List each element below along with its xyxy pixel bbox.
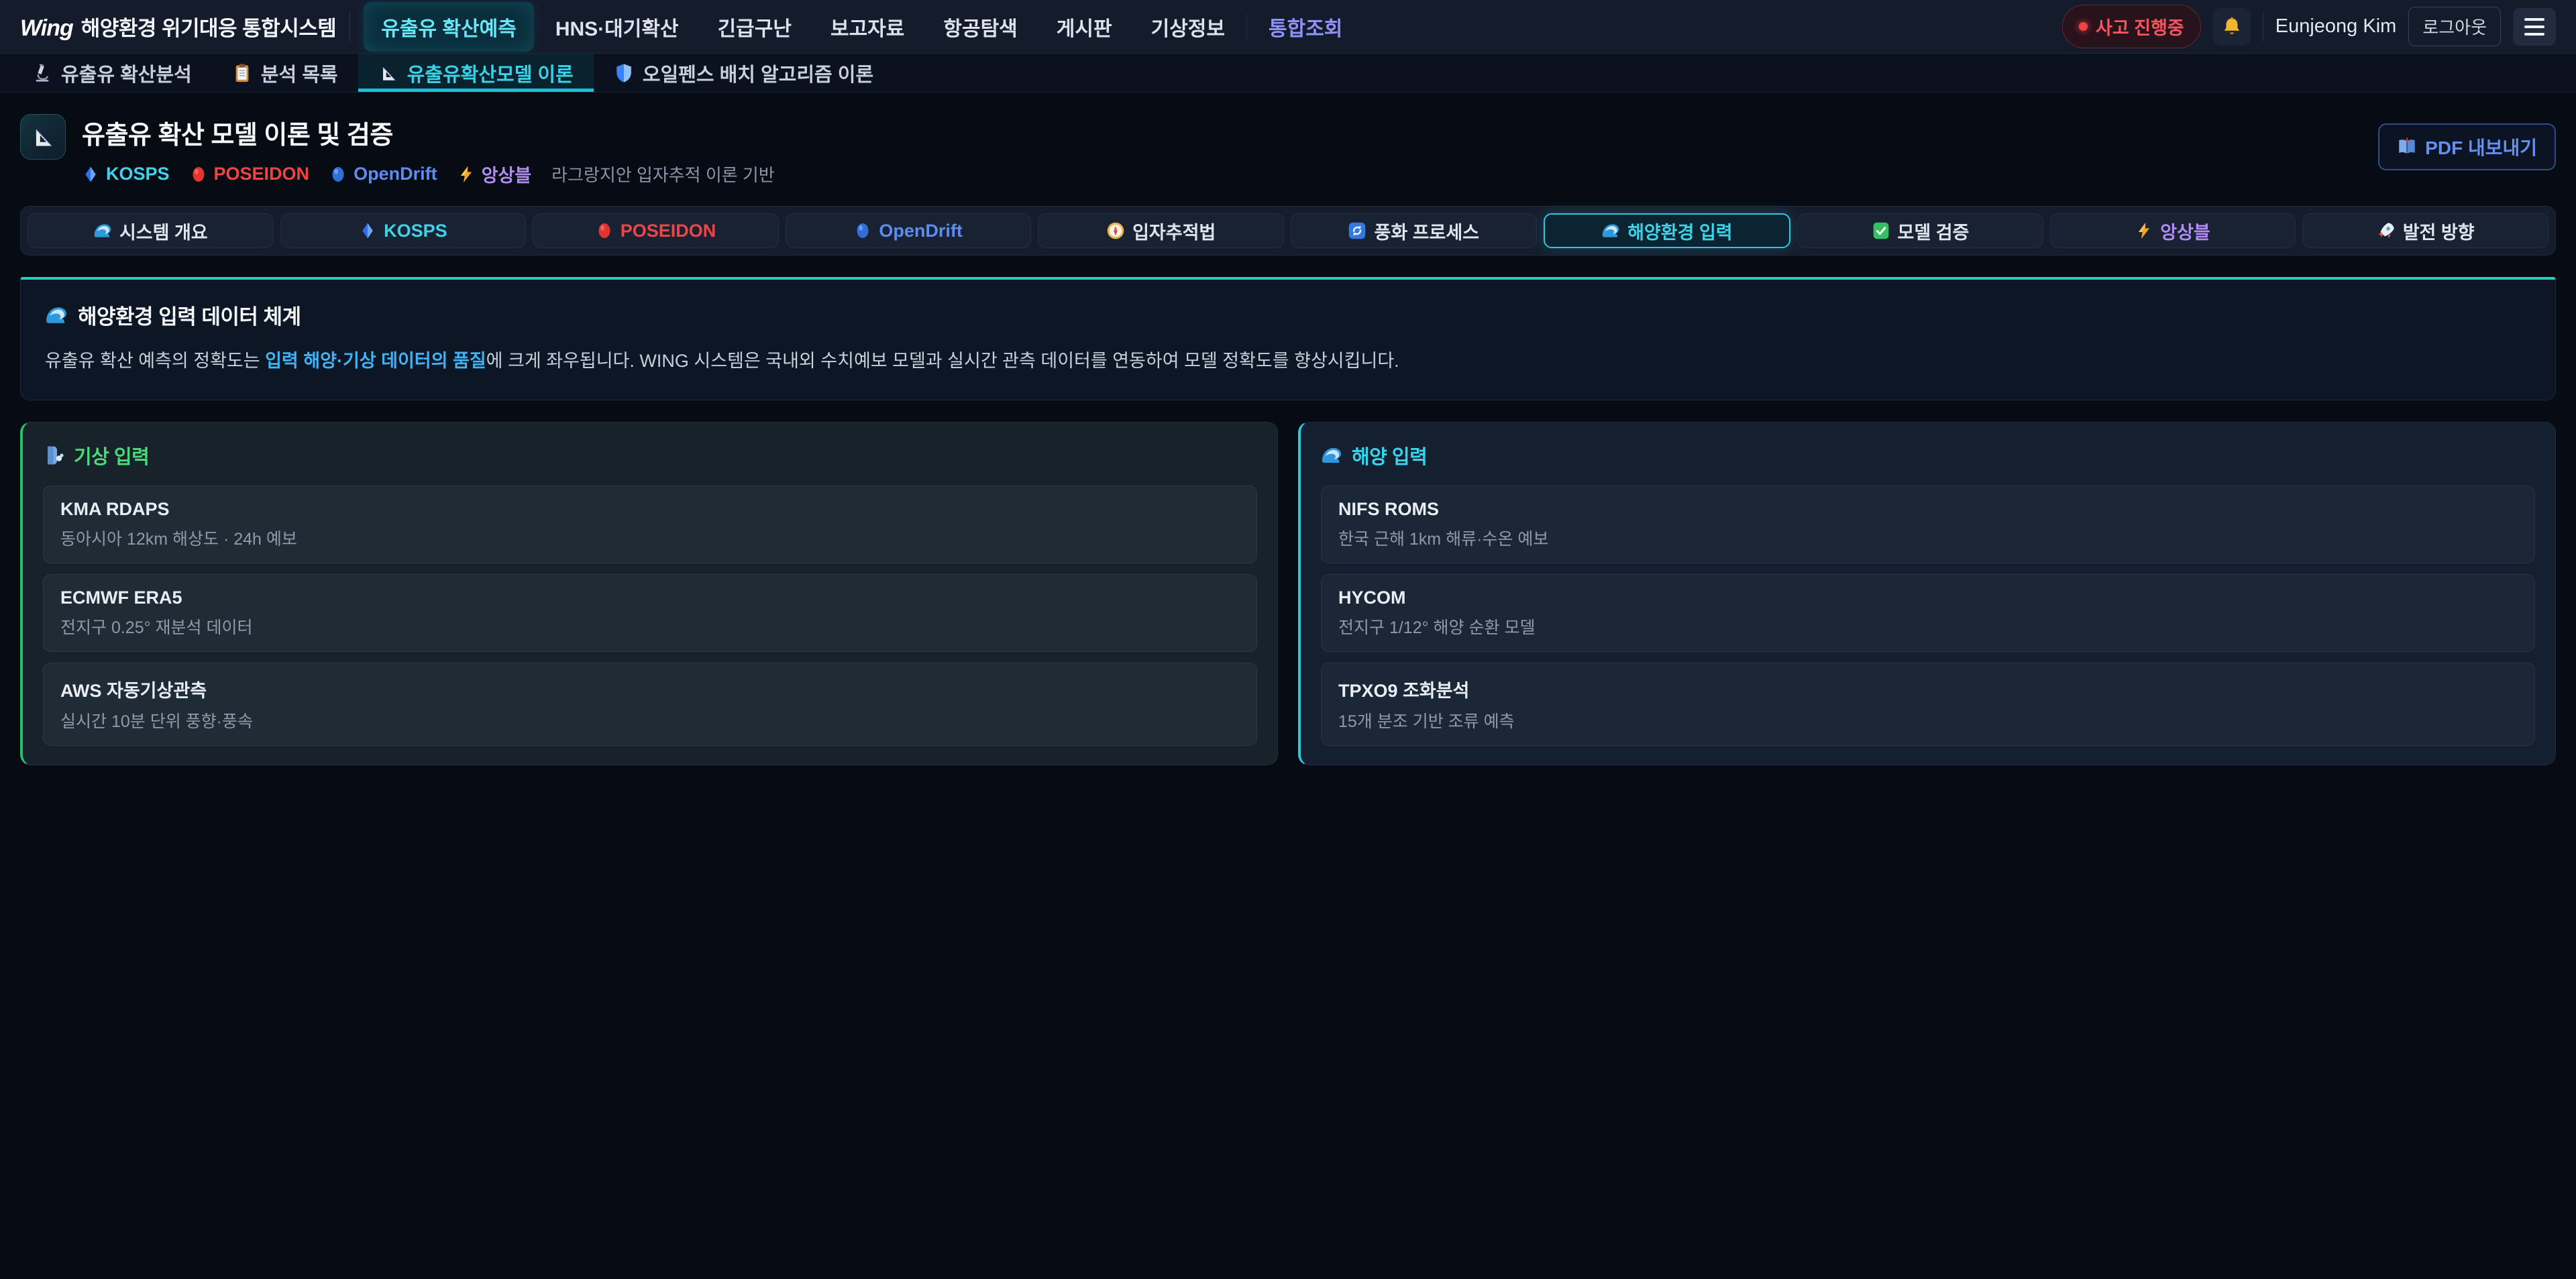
section-system-overview[interactable]: 시스템 개요	[28, 213, 274, 248]
microscope-icon	[32, 63, 52, 83]
clipboard-icon	[232, 63, 252, 83]
model-badge-row: KOSPS POSEIDON OpenDrift	[82, 161, 775, 187]
tab-oil-fence-algorithm-theory[interactable]: 오일펜스 배치 알고리즘 이론	[594, 54, 894, 92]
open-book-icon	[2397, 137, 2417, 157]
list-item-aws-observation[interactable]: AWS 자동기상관측 실시간 10분 단위 풍향·풍속	[43, 663, 1257, 746]
tab-label: 오일펜스 배치 알고리즘 이론	[643, 59, 873, 87]
notifications-button[interactable]	[2213, 8, 2251, 46]
card-header: 기상 입력	[43, 441, 1257, 469]
tab-label: 유출유확산모델 이론	[407, 59, 574, 87]
triangle-ruler-icon	[378, 63, 398, 83]
badge-kosps: KOSPS	[82, 164, 170, 184]
wind-face-icon	[43, 445, 64, 466]
section-marine-environment-input[interactable]: 해양환경 입력	[1544, 213, 1791, 248]
card-title: 해양 입력	[1352, 441, 1427, 469]
card-header: 해양 입력	[1321, 441, 2535, 469]
user-name: Eunjeong Kim	[2275, 15, 2397, 38]
section-opendrift[interactable]: OpenDrift	[786, 213, 1032, 248]
blue-dot-icon	[854, 222, 871, 239]
page-content: 유출유 확산 모델 이론 및 검증 KOSPS POSEIDON	[0, 114, 2576, 765]
menu-reports[interactable]: 보고자료	[813, 2, 922, 52]
panel-heading: 해양환경 입력 데이터 체계	[45, 300, 2531, 330]
section-poseidon[interactable]: POSEIDON	[533, 213, 779, 248]
highlighted-text: 입력 해양·기상 데이터의 품질	[265, 351, 486, 371]
list-item-hycom[interactable]: HYCOM 전지구 1/12° 해양 순환 모델	[1321, 574, 2535, 652]
wave-icon	[1601, 221, 1620, 240]
logout-button[interactable]: 로그아웃	[2408, 7, 2501, 46]
ocean-input-card: 해양 입력 NIFS ROMS 한국 근해 1km 해류·수온 예보 HYCOM…	[1298, 422, 2556, 765]
section-model-validation[interactable]: 모델 검증	[1797, 213, 2043, 248]
rocket-icon	[2377, 221, 2396, 240]
app-logo[interactable]: Wing 해양환경 위기대응 통합시스템	[20, 11, 336, 42]
section-weathering-process[interactable]: 풍화 프로세스	[1291, 213, 1537, 248]
list-item-nifs-roms[interactable]: NIFS ROMS 한국 근해 1km 해류·수온 예보	[1321, 486, 2535, 563]
page-header: 유출유 확산 모델 이론 및 검증 KOSPS POSEIDON	[20, 114, 2556, 187]
badge-poseidon: POSEIDON	[190, 164, 310, 184]
wave-icon	[45, 304, 68, 327]
lightning-icon	[458, 166, 475, 183]
tab-label: 유출유 확산분석	[61, 59, 192, 87]
page-title-iconbox	[20, 114, 66, 160]
pdf-export-button[interactable]: PDF 내보내기	[2378, 123, 2556, 170]
top-nav: Wing 해양환경 위기대응 통합시스템 유출유 확산예측 HNS·대기확산 긴…	[0, 0, 2576, 54]
menu-emergency-rescue[interactable]: 긴급구난	[700, 2, 809, 52]
refresh-icon	[1348, 221, 1366, 240]
section-future-direction[interactable]: 발전 방향	[2302, 213, 2548, 248]
incident-badge-label: 사고 진행중	[2096, 13, 2184, 40]
main-menu: 유출유 확산예측 HNS·대기확산 긴급구난 보고자료 항공탐색 게시판 기상정…	[364, 2, 1360, 52]
incident-in-progress-badge[interactable]: 사고 진행중	[2062, 5, 2201, 48]
logo-wordmark: Wing	[20, 15, 73, 42]
wave-icon	[1321, 445, 1342, 466]
tab-oil-spill-analysis[interactable]: 유출유 확산분석	[12, 54, 212, 92]
card-item-list: KMA RDAPS 동아시아 12km 해상도 · 24h 예보 ECMWF E…	[43, 486, 1257, 746]
check-icon	[1872, 221, 1890, 240]
section-particle-tracking[interactable]: 입자추적법	[1038, 213, 1284, 248]
nav-right-cluster: 사고 진행중 Eunjeong Kim 로그아웃	[2062, 5, 2556, 48]
hamburger-menu-icon	[2524, 18, 2544, 21]
input-data-cards: 기상 입력 KMA RDAPS 동아시아 12km 해상도 · 24h 예보 E…	[20, 422, 2556, 765]
diamond-icon	[82, 166, 99, 183]
menu-board[interactable]: 게시판	[1039, 2, 1130, 52]
card-item-list: NIFS ROMS 한국 근해 1km 해류·수온 예보 HYCOM 전지구 1…	[1321, 486, 2535, 746]
sub-tab-bar: 유출유 확산분석 분석 목록 유출유확산모델 이론 오일펜스 배치 알고리즘 이…	[0, 54, 2576, 93]
bell-icon	[2221, 16, 2243, 38]
lightning-icon	[2135, 222, 2153, 239]
panel-description: 유출유 확산 예측의 정확도는 입력 해양·기상 데이터의 품질에 크게 좌우됩…	[45, 347, 2531, 376]
tab-spill-model-theory[interactable]: 유출유확산모델 이론	[358, 54, 594, 92]
section-nav: 시스템 개요 KOSPS POSEIDON OpenDrift 입자추	[20, 206, 2556, 256]
pdf-export-label: PDF 내보내기	[2425, 133, 2537, 160]
menu-hns-air-diffusion[interactable]: HNS·대기확산	[538, 2, 696, 52]
badge-ensemble: 앙상블	[458, 161, 532, 187]
menu-integrated-search[interactable]: 통합조회	[1251, 2, 1360, 52]
section-ensemble[interactable]: 앙상블	[2050, 213, 2296, 248]
list-item-tpxo9[interactable]: TPXO9 조화분석 15개 분조 기반 조류 예측	[1321, 663, 2535, 746]
list-item-ecmwf-era5[interactable]: ECMWF ERA5 전지구 0.25° 재분석 데이터	[43, 574, 1257, 652]
menu-weather-info[interactable]: 기상정보	[1134, 2, 1242, 52]
menu-oil-spill-prediction[interactable]: 유출유 확산예측	[364, 2, 534, 52]
section-kosps[interactable]: KOSPS	[280, 213, 527, 248]
hamburger-menu-button[interactable]	[2513, 8, 2556, 46]
marine-input-data-panel: 해양환경 입력 데이터 체계 유출유 확산 예측의 정확도는 입력 해양·기상 …	[20, 277, 2556, 400]
red-dot-icon	[190, 166, 207, 183]
status-dot-icon	[2079, 22, 2088, 31]
badge-note: 라그랑지안 입자추적 이론 기반	[551, 162, 775, 186]
triangle-ruler-icon	[30, 124, 56, 150]
tab-label: 분석 목록	[261, 59, 338, 87]
divider	[1246, 13, 1247, 40]
red-dot-icon	[596, 222, 613, 239]
weather-input-card: 기상 입력 KMA RDAPS 동아시아 12km 해상도 · 24h 예보 E…	[20, 422, 1278, 765]
tab-analysis-list[interactable]: 분석 목록	[212, 54, 358, 92]
list-item-kma-rdaps[interactable]: KMA RDAPS 동아시아 12km 해상도 · 24h 예보	[43, 486, 1257, 563]
card-title: 기상 입력	[74, 441, 149, 469]
shield-icon	[614, 63, 634, 83]
compass-icon	[1106, 221, 1125, 240]
panel-title: 해양환경 입력 데이터 체계	[78, 300, 301, 330]
blue-dot-icon	[329, 166, 347, 183]
wave-icon	[93, 221, 112, 240]
app-title: 해양환경 위기대응 통합시스템	[81, 11, 337, 42]
badge-opendrift: OpenDrift	[329, 164, 437, 184]
diamond-icon	[359, 222, 376, 239]
menu-aerial-search[interactable]: 항공탐색	[926, 2, 1034, 52]
page-title: 유출유 확산 모델 이론 및 검증	[82, 114, 775, 151]
